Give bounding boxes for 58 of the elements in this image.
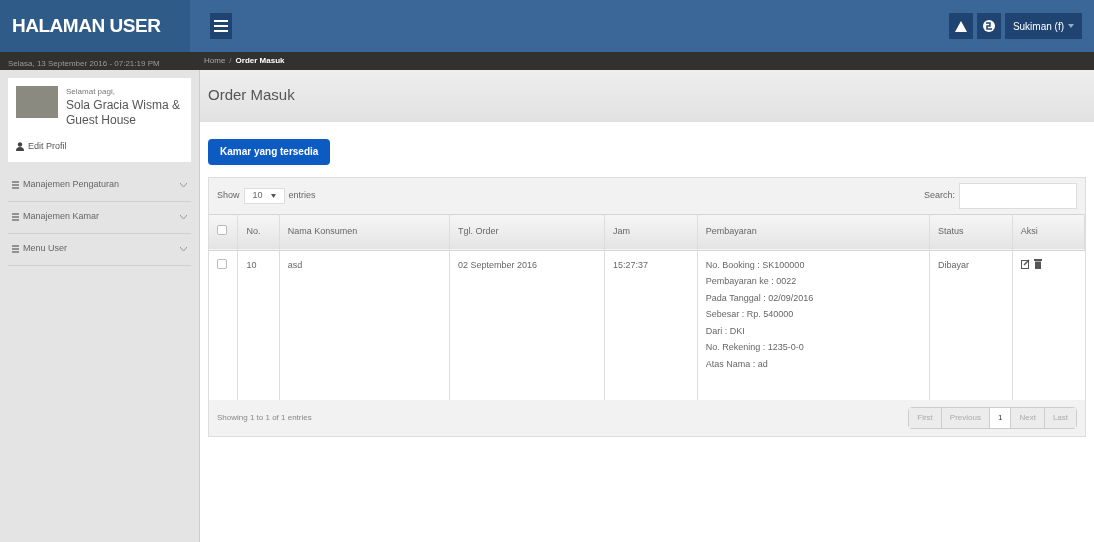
length-label: Show bbox=[217, 188, 240, 202]
list-icon bbox=[12, 181, 19, 189]
column-header[interactable]: Nama Konsumen bbox=[279, 214, 450, 250]
search-field[interactable] bbox=[959, 182, 1077, 209]
length-label: entries bbox=[288, 188, 316, 202]
menu-icon bbox=[214, 20, 228, 32]
payment-detail: Sebesar : Rp. 540000 bbox=[705, 308, 795, 321]
length-select[interactable]: 10 bbox=[243, 187, 285, 204]
list-icon bbox=[12, 245, 19, 253]
photo-placeholder bbox=[16, 86, 58, 118]
warning-icon bbox=[954, 20, 967, 32]
payment-detail: Dari : DKI bbox=[705, 324, 746, 338]
brand-title: HALAMAN USER bbox=[12, 13, 161, 38]
column-header[interactable]: Aksi bbox=[1012, 214, 1085, 250]
payment-detail: Pada Tanggal : 02/09/2016 bbox=[705, 291, 815, 305]
trash-icon bbox=[1033, 258, 1042, 269]
table-cell: 10 bbox=[246, 259, 257, 270]
chevron-icon bbox=[180, 183, 187, 187]
page-title: Order Masuk bbox=[208, 85, 295, 106]
caret-icon bbox=[1068, 24, 1074, 28]
search-label: Search: bbox=[923, 188, 955, 202]
payment-detail: Pembayaran ke : 0022 bbox=[705, 275, 798, 288]
checkbox[interactable] bbox=[217, 224, 227, 235]
column-header[interactable]: Status bbox=[929, 214, 1013, 250]
payment-detail: No. Rekening : 1235-0-0 bbox=[705, 341, 805, 354]
column-header[interactable]: Pembayaran bbox=[697, 214, 930, 250]
payment-detail: No. Booking : SK100000 bbox=[705, 258, 806, 272]
list-icon bbox=[12, 213, 19, 221]
pagination-button[interactable]: 1 bbox=[988, 408, 1011, 428]
user-icon bbox=[16, 142, 24, 152]
column-header[interactable]: Tgl. Order bbox=[449, 214, 605, 250]
breadcrumb-link[interactable]: Home bbox=[204, 55, 226, 67]
globe-button[interactable] bbox=[976, 13, 1001, 39]
profile-name: Sola Gracia Wisma & Guest House bbox=[66, 98, 182, 128]
column-header[interactable]: No. bbox=[237, 214, 280, 250]
chevron-icon bbox=[180, 215, 187, 219]
payment-detail: Atas Nama : ad bbox=[705, 357, 769, 371]
edit-profile-link[interactable]: Edit Profil bbox=[16, 140, 183, 154]
table-cell: 15:27:37 bbox=[612, 259, 648, 270]
status-text: Dibayar bbox=[938, 259, 970, 270]
caret-icon bbox=[270, 193, 276, 198]
chevron-icon bbox=[180, 247, 187, 251]
table-info: Showing 1 to 1 of 1 entries bbox=[217, 412, 312, 424]
breadcrumb-separator: / bbox=[229, 55, 232, 67]
date-time: Selasa, 13 September 2016 - 07:21:19 PM bbox=[8, 59, 160, 68]
column-header[interactable]: Jam bbox=[604, 214, 698, 250]
greeting-text: Selamat pagi, bbox=[66, 86, 116, 98]
checkbox[interactable] bbox=[217, 258, 227, 269]
alert-button[interactable] bbox=[948, 13, 973, 39]
delete-button[interactable] bbox=[1033, 258, 1042, 269]
edit-button[interactable] bbox=[1020, 258, 1030, 269]
menu-button[interactable] bbox=[210, 13, 232, 39]
available-rooms-button[interactable]: Kamar yang tersedia bbox=[208, 138, 331, 165]
edit-icon bbox=[1020, 258, 1030, 269]
breadcrumb-link[interactable]: Order Masuk bbox=[235, 55, 285, 67]
table-cell: asd bbox=[287, 259, 303, 270]
user-menu[interactable]: Sukiman (f) bbox=[1004, 13, 1082, 39]
table-cell: 02 September 2016 bbox=[458, 259, 538, 270]
